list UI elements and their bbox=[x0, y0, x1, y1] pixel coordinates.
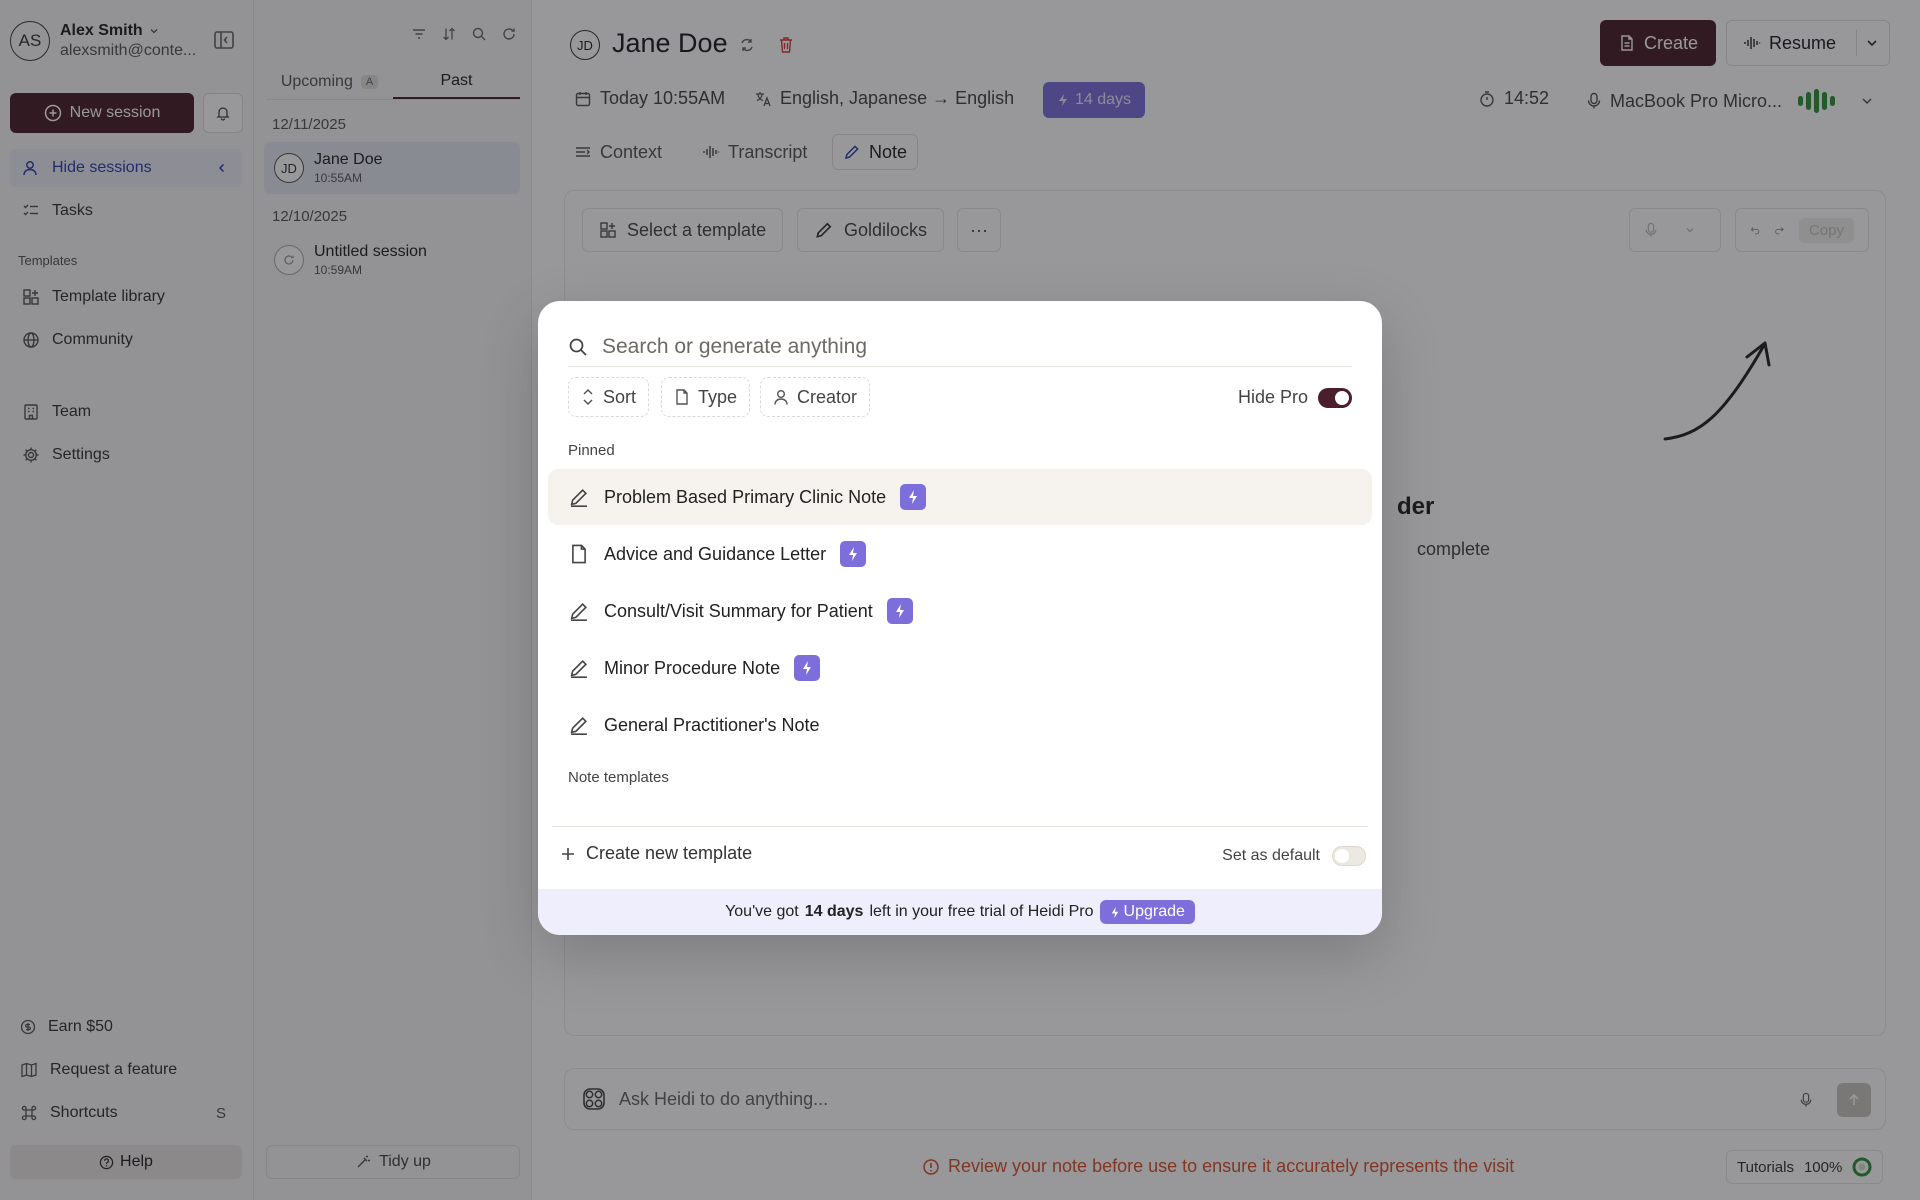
sort-icon bbox=[583, 388, 593, 406]
pencil-icon bbox=[570, 717, 587, 735]
set-default-control: Set as default bbox=[1222, 846, 1366, 866]
pro-badge-icon bbox=[794, 655, 821, 681]
note-templates-section-label: Note templates bbox=[568, 769, 669, 786]
pencil-icon bbox=[570, 489, 587, 507]
template-item-problem-based[interactable]: Problem Based Primary Clinic Note bbox=[548, 469, 1372, 525]
hide-pro-toggle[interactable] bbox=[1318, 387, 1352, 408]
document-icon bbox=[676, 389, 688, 405]
search-icon bbox=[569, 338, 587, 356]
creator-filter-button[interactable]: Creator bbox=[760, 377, 871, 417]
template-item-minor-procedure[interactable]: Minor Procedure Note bbox=[548, 640, 1372, 696]
template-item-consult-summary[interactable]: Consult/Visit Summary for Patient bbox=[548, 583, 1372, 639]
hide-pro-control: Hide Pro bbox=[1238, 387, 1352, 408]
pro-badge-icon bbox=[900, 484, 927, 510]
template-item-gp-note[interactable]: General Practitioner's Note bbox=[548, 697, 1372, 753]
sort-filter-button[interactable]: Sort bbox=[568, 377, 650, 417]
pro-badge-icon bbox=[840, 541, 867, 567]
modal-divider bbox=[552, 826, 1368, 827]
user-icon bbox=[774, 390, 788, 405]
trial-banner: You've got 14 days left in your free tri… bbox=[538, 889, 1382, 935]
document-icon bbox=[572, 544, 586, 564]
template-search bbox=[568, 327, 1352, 367]
pro-badge-icon bbox=[886, 598, 913, 624]
template-picker-modal: Sort Type Creator Hide Pro Pinned Proble… bbox=[538, 301, 1382, 935]
search-input[interactable] bbox=[602, 334, 1302, 359]
create-template-button[interactable]: Create new template bbox=[560, 843, 752, 864]
pencil-icon bbox=[570, 603, 587, 621]
lightning-icon bbox=[1111, 906, 1118, 918]
type-filter-button[interactable]: Type bbox=[661, 377, 751, 417]
template-item-advice-guidance[interactable]: Advice and Guidance Letter bbox=[548, 526, 1372, 582]
pencil-icon bbox=[570, 660, 587, 678]
set-default-toggle[interactable] bbox=[1332, 846, 1366, 866]
upgrade-button[interactable]: Upgrade bbox=[1099, 900, 1195, 924]
plus-icon bbox=[562, 847, 574, 860]
pinned-section-label: Pinned bbox=[568, 442, 615, 459]
